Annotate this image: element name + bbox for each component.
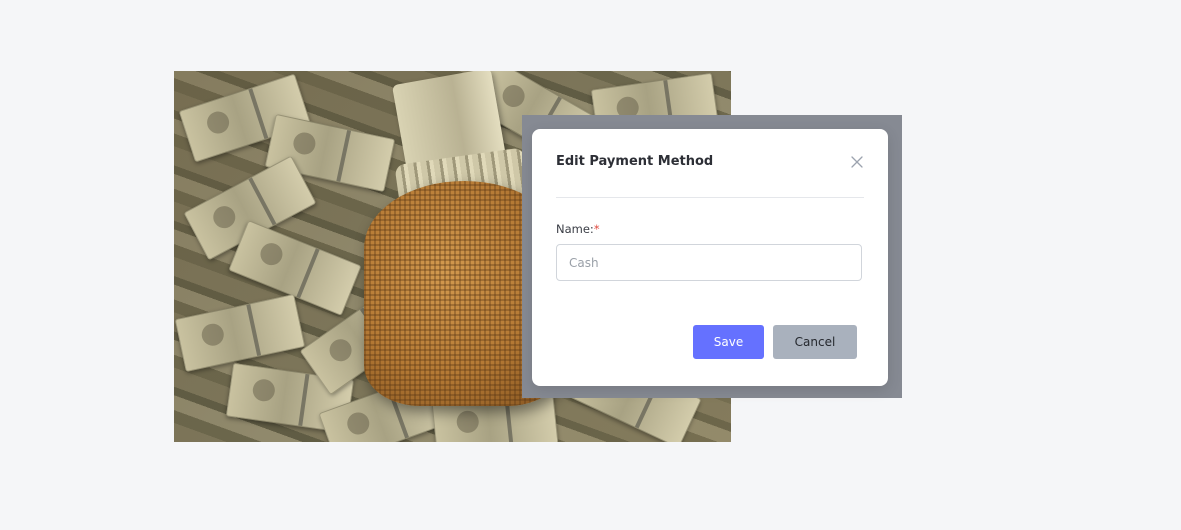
save-button[interactable]: Save [693,325,764,359]
name-label: Name:* [556,222,600,236]
cancel-button[interactable]: Cancel [773,325,857,359]
edit-payment-method-modal: Edit Payment Method Name:* Save Cancel [532,129,888,386]
page: Edit Payment Method Name:* Save Cancel [0,0,1181,530]
close-icon[interactable] [848,153,866,171]
required-marker: * [593,222,600,236]
name-input[interactable] [556,244,862,281]
name-label-text: Name: [556,222,594,236]
modal-title: Edit Payment Method [556,154,714,169]
modal-header: Edit Payment Method [556,129,864,198]
